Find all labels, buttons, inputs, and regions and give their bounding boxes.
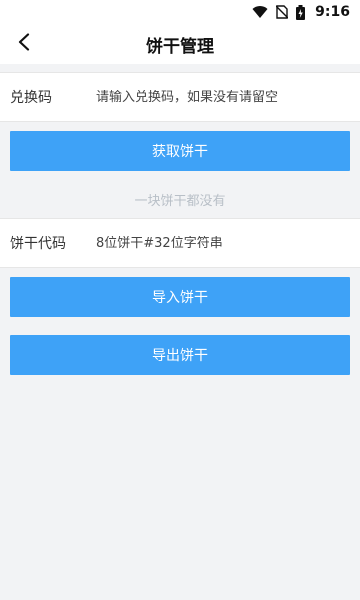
- status-bar: 9:16: [0, 0, 360, 24]
- redeem-code-row: 兑换码: [0, 72, 360, 122]
- battery-icon: [296, 4, 306, 20]
- import-cookie-button[interactable]: 导入饼干: [10, 277, 350, 317]
- screen: 9:16 饼干管理 兑换码 获取饼干 一块饼干都没有 饼干代码 导入饼干 导出饼…: [0, 0, 360, 600]
- page-title: 饼干管理: [146, 36, 214, 57]
- chevron-left-icon: [17, 33, 31, 55]
- clock: 9:16: [315, 4, 350, 20]
- redeem-code-input[interactable]: [96, 89, 360, 105]
- wifi-icon: [252, 5, 268, 19]
- redeem-code-label: 兑换码: [10, 90, 52, 106]
- back-button[interactable]: [10, 30, 38, 58]
- cookie-code-input[interactable]: [96, 235, 360, 251]
- app-header: 饼干管理: [0, 24, 360, 64]
- export-cookie-button[interactable]: 导出饼干: [10, 335, 350, 375]
- empty-state-text: 一块饼干都没有: [134, 193, 226, 209]
- cookie-code-row: 饼干代码: [0, 218, 360, 268]
- get-cookie-button[interactable]: 获取饼干: [10, 131, 350, 171]
- no-sim-icon: [276, 5, 289, 19]
- cookie-code-label: 饼干代码: [10, 236, 66, 252]
